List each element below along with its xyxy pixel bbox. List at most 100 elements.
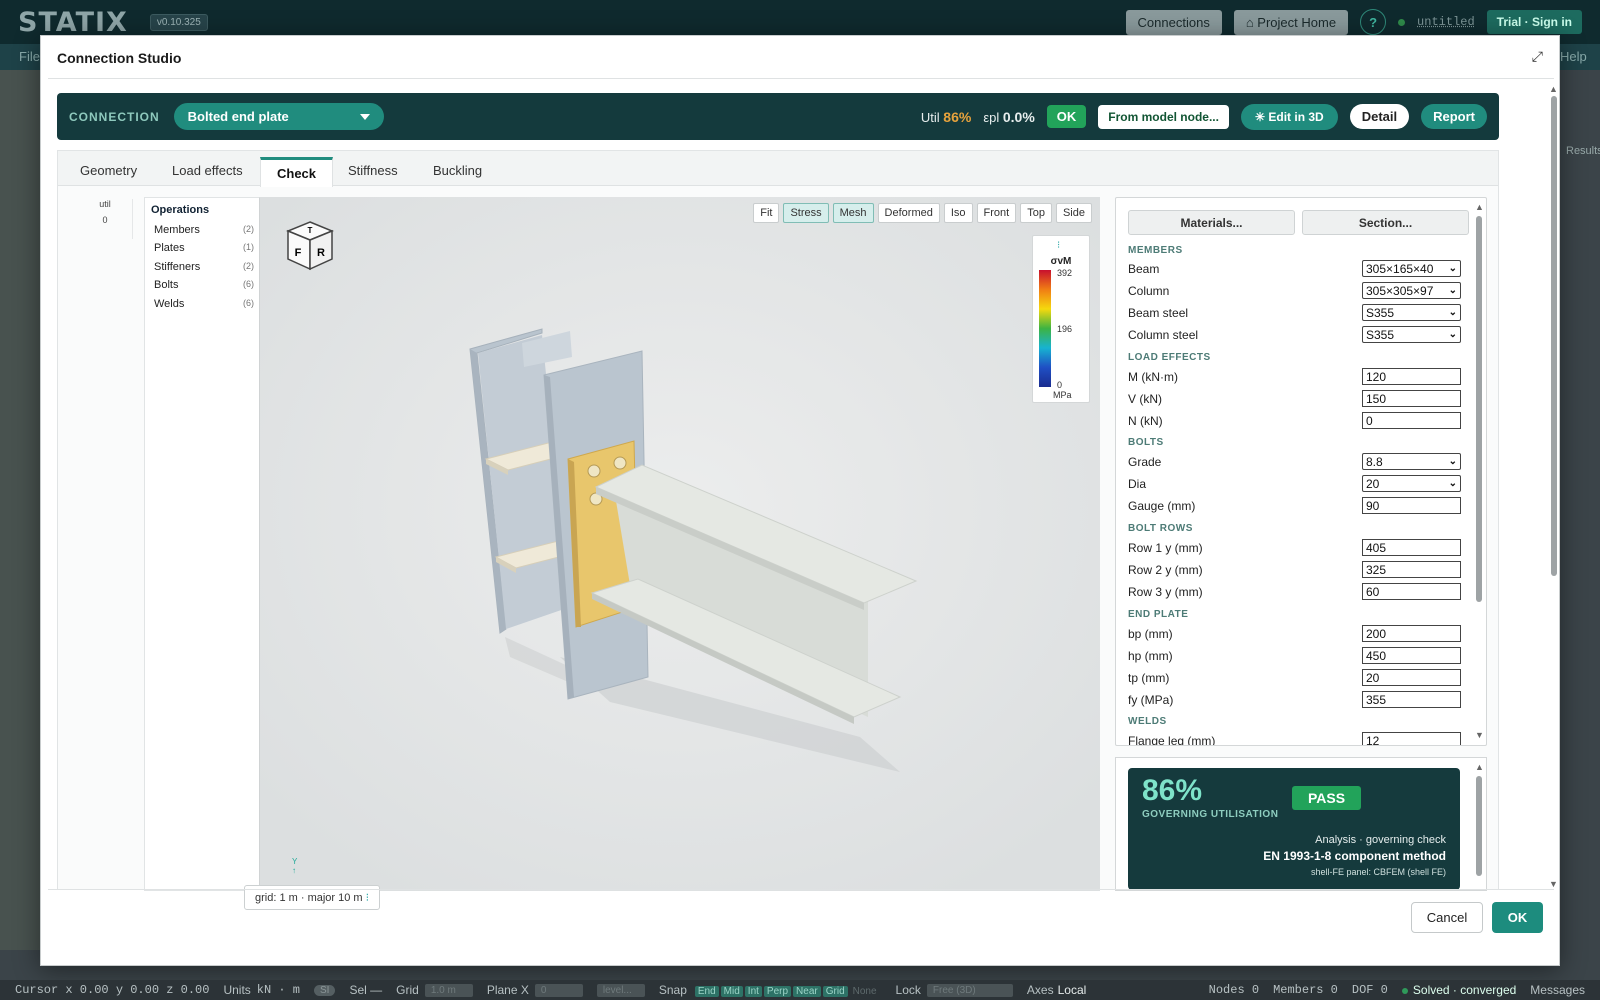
report-button[interactable]: Report [1421,104,1487,129]
connection-toolbar: CONNECTION Bolted end plate Util 86% εpl… [57,93,1499,140]
scroll-up-icon[interactable]: ▲ [1549,84,1558,94]
row2-input[interactable] [1362,561,1461,578]
snap-grid-toggle[interactable]: Grid [822,986,848,997]
snap-none-toggle[interactable]: None [850,986,880,997]
help-button[interactable]: ? [1360,9,1387,35]
view-fit-button[interactable]: Fit [753,203,780,223]
section-button[interactable]: Section... [1302,210,1469,235]
view-side-button[interactable]: Side [1055,203,1092,223]
from-model-node-button[interactable]: From model node... [1098,104,1229,129]
bolt-grade-select[interactable]: 8.8 ⌄ [1362,453,1461,470]
snap-int-toggle[interactable]: Int [744,986,762,997]
materials-button[interactable]: Materials... [1128,210,1295,235]
scrollbar-thumb[interactable] [1476,776,1482,876]
project-home-label: Project Home [1257,14,1337,30]
scroll-down-icon[interactable]: ▼ [1549,879,1558,889]
beam-steel-select[interactable]: S355 ⌄ [1362,304,1461,321]
bolt[interactable] [613,456,627,470]
drag-handle-icon[interactable]: ⁝ [1057,240,1060,251]
scrollbar-thumb[interactable] [1551,96,1557,576]
tab-buckling[interactable]: Buckling [433,163,482,178]
chevron-down-icon: ⌄ [1448,307,1457,318]
stress-legend[interactable]: ⁝ σvM 392 196 0 MPa [1032,235,1090,403]
shear-input[interactable] [1362,390,1461,407]
hp-input[interactable] [1362,647,1461,664]
messages-button[interactable]: Messages [1530,983,1585,997]
result-method-text: EN 1993-1-8 component method [1263,849,1446,863]
operation-item-bolts[interactable]: Bolts (6) [154,279,254,291]
trial-sign-in-button[interactable]: Trial · Sign in [1486,10,1582,34]
drag-handle-icon[interactable]: ⁝ [366,892,370,904]
column-steel-select[interactable]: S355 ⌄ [1362,326,1461,343]
menu-file[interactable]: File [19,49,40,64]
view-mesh-button[interactable]: Mesh [832,203,874,223]
bolt-dia-select[interactable]: 20 ⌄ [1362,475,1461,492]
tab-geometry[interactable]: Geometry [80,163,137,178]
axes-value[interactable]: Local [1058,983,1087,997]
gauge-input[interactable] [1362,497,1461,514]
grid-select[interactable]: 1.0 m [424,983,473,997]
file-name[interactable]: untitled [1417,15,1475,29]
snap-near-toggle[interactable]: Near [793,986,821,997]
connection-3d-model[interactable] [260,197,1100,891]
connections-button[interactable]: Connections [1125,9,1222,35]
row3-input[interactable] [1362,583,1461,600]
operation-item-plates[interactable]: Plates (1) [154,242,254,254]
row1-label: Row 1 y (mm) [1128,541,1203,555]
operation-label: Stiffeners [154,261,201,273]
plane-label: Plane X [486,983,529,997]
moment-input[interactable] [1362,368,1461,385]
tab-load-effects[interactable]: Load effects [172,163,243,178]
expand-icon[interactable]: ⤢ [1532,48,1543,65]
save-status-dot [1398,18,1406,26]
operation-item-members[interactable]: Members (2) [154,224,254,236]
dialog-scrollbar[interactable]: ▲ ▼ [1549,84,1559,890]
ok-button[interactable]: OK [1492,902,1543,933]
edit-in-3d-button[interactable]: ✳ Edit in 3D [1240,103,1338,130]
3d-viewport[interactable]: T F R Fit Stress Mesh Deformed Iso Front… [260,197,1100,891]
operation-item-stiffeners[interactable]: Stiffeners (2) [154,261,254,273]
view-stress-button[interactable]: Stress [783,203,829,223]
project-home-button[interactable]: ⌂ Project Home [1233,9,1349,35]
solve-status-dot [1401,988,1408,994]
si-toggle[interactable]: SI [314,984,336,996]
operation-item-welds[interactable]: Welds (6) [154,298,254,310]
tab-check[interactable]: Check [260,157,334,187]
fy-input[interactable] [1362,691,1461,708]
result-panel: 86% GOVERNING UTILISATION PASS Analysis … [1115,757,1487,891]
tp-input[interactable] [1362,669,1461,686]
detail-button[interactable]: Detail [1349,104,1410,129]
bp-input[interactable] [1362,625,1461,642]
axial-input[interactable] [1362,412,1461,429]
bolt[interactable] [587,464,601,478]
view-iso-button[interactable]: Iso [943,203,973,223]
level-select[interactable]: level... [596,983,645,997]
menu-help[interactable]: Help [1560,49,1587,64]
beam-select[interactable]: 305×165×40 ⌄ [1362,260,1461,277]
scroll-up-icon[interactable]: ▲ [1475,202,1484,212]
snap-mid-toggle[interactable]: Mid [720,986,743,997]
flange-leg-input[interactable] [1362,732,1461,745]
view-front-button[interactable]: Front [976,203,1017,223]
view-top-button[interactable]: Top [1020,203,1052,223]
tab-stiffness[interactable]: Stiffness [348,163,398,178]
column-select[interactable]: 305×305×97 ⌄ [1362,282,1461,299]
plane-input[interactable]: 0 [534,983,583,997]
properties-scrollbar[interactable]: ▲ ▼ [1475,202,1484,740]
row1-input[interactable] [1362,539,1461,556]
connection-type-select[interactable]: Bolted end plate [173,103,384,130]
units-value[interactable]: kN · m [257,983,300,997]
view-cube-front-label: F [295,247,302,259]
lock-select[interactable]: Free (3D) [926,983,1013,997]
snap-toggles: End Mid Int Perp Near Grid None [694,983,882,997]
scroll-up-icon[interactable]: ▲ [1475,762,1484,772]
cancel-button[interactable]: Cancel [1411,902,1483,933]
result-scrollbar[interactable]: ▲ [1475,762,1484,882]
column-steel-label: Column steel [1128,328,1199,342]
scroll-down-icon[interactable]: ▼ [1475,730,1484,740]
scrollbar-thumb[interactable] [1476,216,1482,602]
snap-perp-toggle[interactable]: Perp [763,986,792,997]
view-deformed-button[interactable]: Deformed [877,203,940,223]
snap-end-toggle[interactable]: End [694,986,719,997]
view-cube[interactable]: T F R [284,219,336,273]
